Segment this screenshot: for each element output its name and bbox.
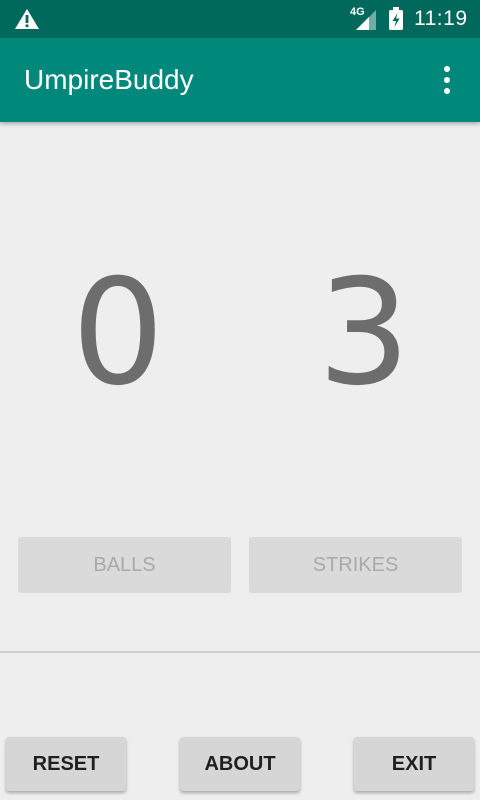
strikes-button[interactable]: STRIKES — [249, 537, 462, 593]
battery-charging-icon — [389, 7, 403, 30]
warning-icon — [15, 9, 39, 29]
balls-count: 0 — [71, 248, 165, 418]
balls-button[interactable]: BALLS — [18, 537, 231, 593]
status-bar: 4G 11:19 — [0, 0, 480, 38]
strikes-count: 3 — [317, 248, 411, 418]
more-vert-icon[interactable] — [434, 60, 460, 100]
reset-button[interactable]: RESET — [6, 737, 126, 791]
menu-dot — [444, 88, 450, 94]
app-title: UmpireBuddy — [24, 64, 194, 95]
divider — [0, 651, 480, 653]
menu-dot — [444, 66, 450, 72]
app-bar: UmpireBuddy — [0, 38, 480, 122]
menu-dot — [444, 77, 450, 83]
exit-button[interactable]: EXIT — [354, 737, 474, 791]
about-button[interactable]: ABOUT — [180, 737, 300, 791]
clock: 11:19 — [414, 7, 468, 30]
signal-icon — [356, 10, 376, 30]
